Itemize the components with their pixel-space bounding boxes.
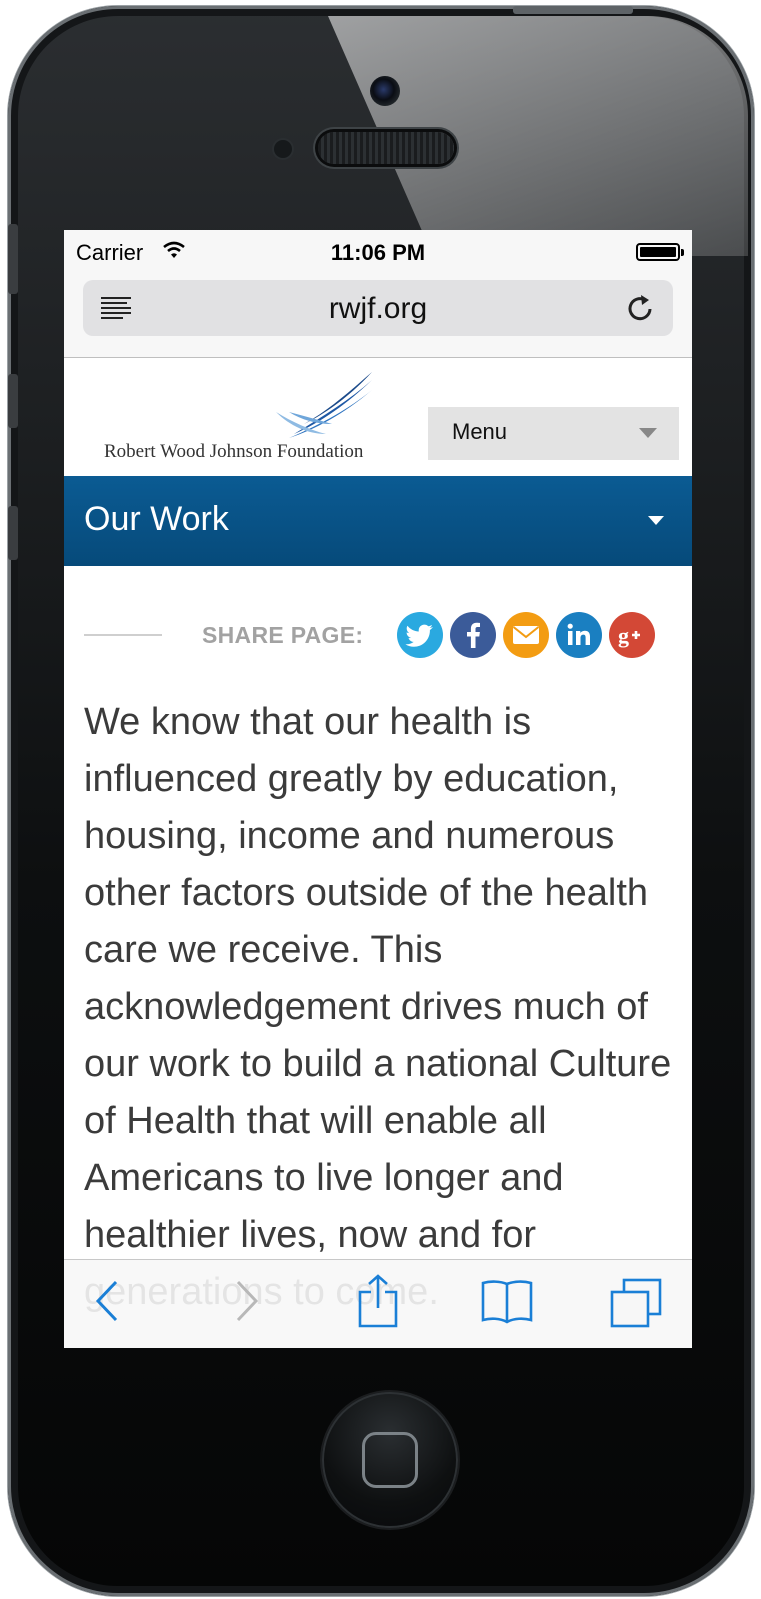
menu-dropdown[interactable]: Menu [428,407,679,460]
reload-icon[interactable] [625,292,657,324]
home-square-icon [362,1432,418,1488]
section-title: Our Work [84,500,229,538]
forward-arrow-icon[interactable] [234,1278,260,1329]
bookmarks-icon[interactable] [480,1278,534,1331]
share-label: SHARE PAGE: [202,622,364,648]
volume-down-button [8,506,18,560]
status-time: 11:06 PM [330,240,426,265]
section-dropdown[interactable]: Our Work [64,476,692,566]
status-bar: Carrier 11:06 PM [64,230,692,276]
intro-paragraph: We know that our health is influenced gr… [84,701,672,1313]
menu-label: Menu [452,419,508,444]
email-icon[interactable] [503,612,549,658]
share-row: SHARE PAGE: g [64,610,692,660]
browser-chrome: rwjf.org [64,276,692,358]
volume-up-button [8,374,18,428]
proximity-sensor [274,140,292,158]
tabs-icon[interactable] [610,1278,662,1333]
home-button[interactable] [322,1392,458,1528]
site-header: Robert Wood Johnson Foundation Menu [64,358,692,476]
url-text[interactable]: rwjf.org [83,292,673,326]
linkedin-icon[interactable] [556,612,602,658]
share-icon[interactable] [358,1274,398,1333]
google-plus-icon[interactable]: g [609,612,655,658]
logo-text: Robert Wood Johnson Foundation [104,441,364,462]
front-camera [370,76,400,106]
address-bar[interactable]: rwjf.org [83,280,673,336]
rwjf-logo[interactable]: Robert Wood Johnson Foundation [104,372,374,467]
battery-icon [636,243,684,261]
chevron-down-icon [639,428,657,438]
facebook-icon[interactable] [450,612,496,658]
browser-toolbar [64,1259,692,1348]
mute-switch [8,224,18,294]
twitter-icon[interactable] [397,612,443,658]
back-arrow-icon[interactable] [94,1278,120,1329]
screen: Carrier 11:06 PM rwjf.org Robert Wood Jo… [64,230,692,1348]
chevron-down-icon [648,516,664,525]
wing-icon [276,372,372,438]
divider [84,634,162,636]
earpiece-speaker [318,132,454,164]
power-button [513,6,633,14]
svg-text:g: g [618,623,629,648]
